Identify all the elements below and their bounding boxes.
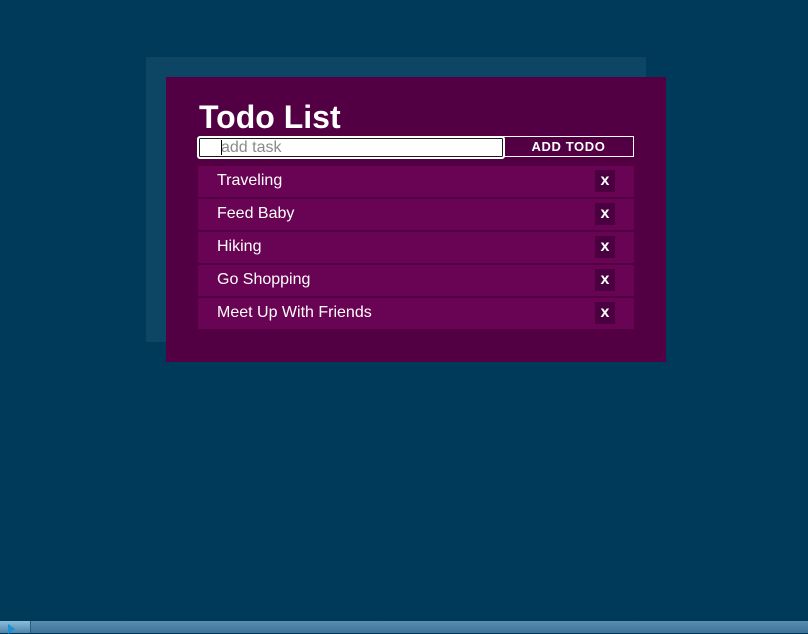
todo-card: Todo List ADD TODO Traveling x Feed Baby… [166, 77, 666, 362]
delete-todo-button[interactable]: x [595, 236, 615, 258]
list-item: Traveling x [198, 166, 634, 197]
text-caret [221, 140, 222, 155]
delete-todo-button[interactable]: x [595, 269, 615, 291]
todo-label: Meet Up With Friends [217, 304, 372, 321]
delete-todo-button[interactable]: x [595, 302, 615, 324]
page-title: Todo List [199, 99, 341, 135]
list-item: Meet Up With Friends x [198, 298, 634, 329]
todo-label: Traveling [217, 172, 283, 189]
task-input-wrapper [197, 136, 505, 159]
start-button[interactable] [0, 621, 31, 634]
list-item: Feed Baby x [198, 199, 634, 230]
todo-label: Feed Baby [217, 205, 295, 222]
list-item: Go Shopping x [198, 265, 634, 296]
todo-list: Traveling x Feed Baby x Hiking x Go Shop… [198, 166, 634, 331]
task-input[interactable] [199, 138, 503, 157]
add-todo-button[interactable]: ADD TODO [503, 136, 634, 157]
list-item: Hiking x [198, 232, 634, 263]
todo-label: Go Shopping [217, 271, 311, 288]
taskbar [0, 621, 808, 634]
todo-label: Hiking [217, 238, 262, 255]
delete-todo-button[interactable]: x [595, 203, 615, 225]
delete-todo-button[interactable]: x [595, 170, 615, 192]
